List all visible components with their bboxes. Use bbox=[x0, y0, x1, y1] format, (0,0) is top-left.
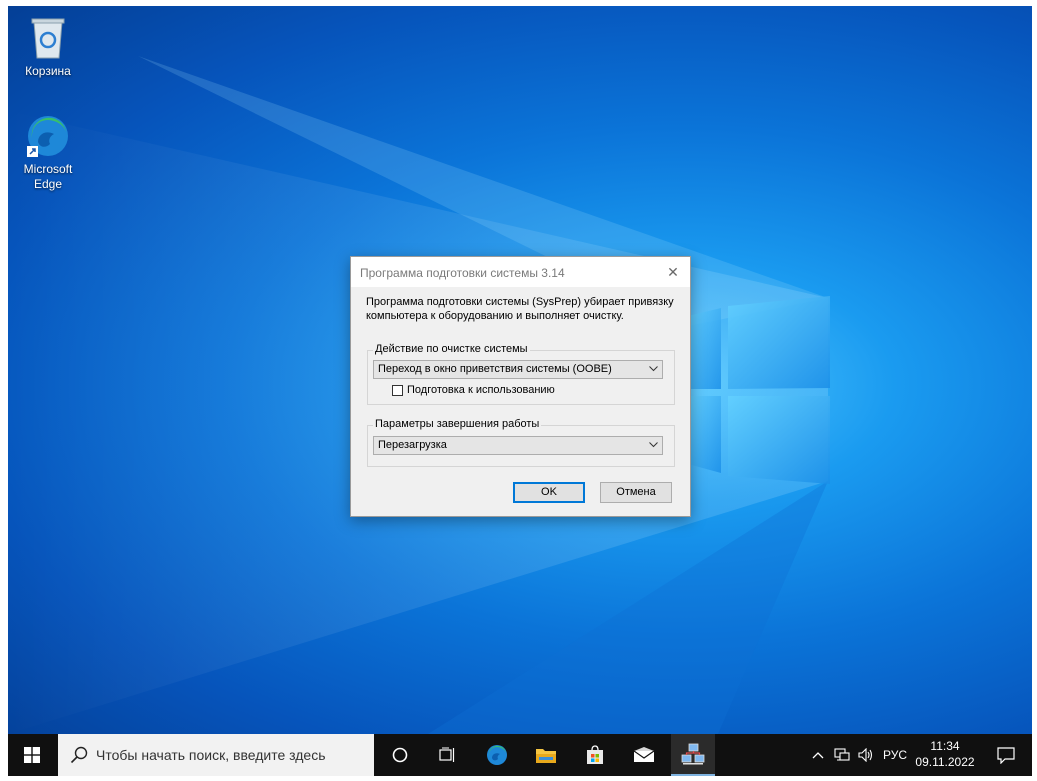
desktop-icon-label: Microsoft Edge bbox=[23, 162, 73, 191]
ok-button[interactable]: OK bbox=[513, 482, 585, 503]
edge-icon bbox=[24, 112, 72, 160]
network-wired-icon bbox=[834, 748, 850, 761]
show-hidden-icons-button[interactable] bbox=[808, 734, 828, 776]
clock-time: 11:34 bbox=[930, 739, 960, 753]
chevron-down-icon bbox=[649, 442, 658, 448]
shutdown-options-group: Параметры завершения работы Перезагрузка bbox=[367, 418, 675, 467]
taskbar-sysprep-app[interactable] bbox=[671, 734, 715, 776]
clock-date: 09.11.2022 bbox=[915, 755, 975, 769]
shutdown-option-value: Перезагрузка bbox=[378, 439, 447, 451]
speaker-icon bbox=[858, 748, 873, 762]
dialog-titlebar[interactable]: Программа подготовки системы 3.14 ✕ bbox=[351, 257, 690, 287]
taskbar-file-explorer[interactable] bbox=[524, 734, 568, 776]
desktop-icon-edge[interactable]: Microsoft Edge bbox=[10, 112, 86, 192]
task-view-button[interactable] bbox=[426, 734, 470, 776]
network-tray-button[interactable] bbox=[831, 734, 853, 776]
cortana-button[interactable] bbox=[378, 734, 422, 776]
sysprep-dialog: Программа подготовки системы 3.14 ✕ Прог… bbox=[350, 256, 691, 517]
shutdown-option-select[interactable]: Перезагрузка bbox=[373, 436, 663, 455]
search-icon bbox=[70, 746, 88, 764]
close-icon[interactable]: ✕ bbox=[656, 257, 690, 287]
taskbar-clock[interactable]: 11:34 09.11.2022 bbox=[910, 738, 980, 770]
cleanup-action-value: Переход в окно приветствия системы (OOBE… bbox=[378, 363, 612, 375]
cleanup-group-legend: Действие по очистке системы bbox=[373, 343, 530, 355]
dialog-title: Программа подготовки системы 3.14 bbox=[360, 266, 565, 280]
input-language-indicator[interactable]: РУС bbox=[880, 734, 910, 776]
taskbar-mail[interactable] bbox=[622, 734, 666, 776]
cancel-button[interactable]: Отмена bbox=[600, 482, 672, 503]
generalize-checkbox[interactable]: Подготовка к использованию bbox=[392, 384, 555, 396]
folder-icon bbox=[536, 749, 556, 763]
notification-icon bbox=[997, 746, 1015, 764]
action-center-button[interactable] bbox=[986, 734, 1026, 776]
checkbox-label: Подготовка к использованию bbox=[407, 384, 555, 396]
cortana-circle-icon bbox=[392, 747, 408, 763]
volume-tray-button[interactable] bbox=[855, 734, 877, 776]
desktop-icon-label: Корзина bbox=[25, 64, 71, 78]
store-bag-icon bbox=[587, 745, 603, 764]
cleanup-action-group: Действие по очистке системы Переход в ок… bbox=[367, 343, 675, 405]
chevron-down-icon bbox=[649, 366, 658, 372]
start-button[interactable] bbox=[8, 734, 56, 776]
cleanup-action-select[interactable]: Переход в окно приветствия системы (OOBE… bbox=[373, 360, 663, 379]
search-box[interactable]: Чтобы начать поиск, введите здесь bbox=[58, 734, 374, 776]
recycle-bin-icon bbox=[24, 14, 72, 62]
taskbar-store[interactable] bbox=[573, 734, 617, 776]
chevron-up-icon bbox=[812, 752, 824, 759]
dialog-description: Программа подготовки системы (SysPrep) у… bbox=[366, 296, 674, 322]
search-placeholder: Чтобы начать поиск, введите здесь bbox=[96, 747, 326, 763]
mail-icon bbox=[633, 747, 655, 762]
shutdown-group-legend: Параметры завершения работы bbox=[373, 418, 542, 430]
checkbox-box[interactable] bbox=[392, 384, 403, 396]
taskbar: Чтобы начать поиск, введите здесь РУС 11… bbox=[8, 734, 1032, 776]
edge-icon bbox=[487, 745, 507, 765]
desktop-icon-recycle-bin[interactable]: Корзина bbox=[10, 14, 86, 79]
network-computers-icon bbox=[681, 743, 705, 765]
task-view-icon bbox=[439, 747, 455, 762]
windows-logo-icon bbox=[24, 747, 40, 763]
taskbar-edge[interactable] bbox=[475, 734, 519, 776]
desktop: Корзина Microsoft Edge Программа подгото… bbox=[8, 6, 1032, 734]
